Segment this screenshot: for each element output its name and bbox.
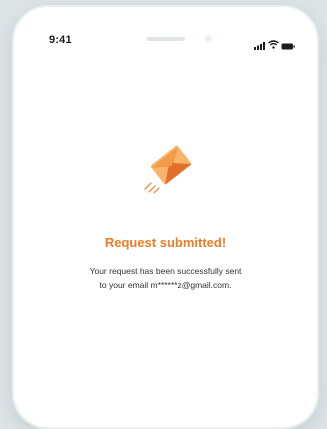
envelope-send-icon: [139, 139, 199, 199]
phone-frame: 9:41 Request submitted! Your request has…: [12, 5, 319, 429]
message-line-1: Your request has been successfully sent: [89, 266, 242, 276]
front-camera: [205, 35, 212, 42]
message-line-2: to your email m******z@gmail.com.: [99, 280, 232, 290]
speaker-grille: [147, 37, 185, 41]
battery-icon: [281, 37, 295, 50]
wifi-icon: [268, 36, 279, 49]
signal-icon: [254, 37, 266, 50]
confirmation-message: Your request has been successfully sent …: [14, 264, 317, 292]
status-time: 9:41: [49, 34, 72, 46]
status-bar: 9:41: [14, 7, 317, 57]
confirmation-title: Request submitted!: [104, 235, 227, 250]
